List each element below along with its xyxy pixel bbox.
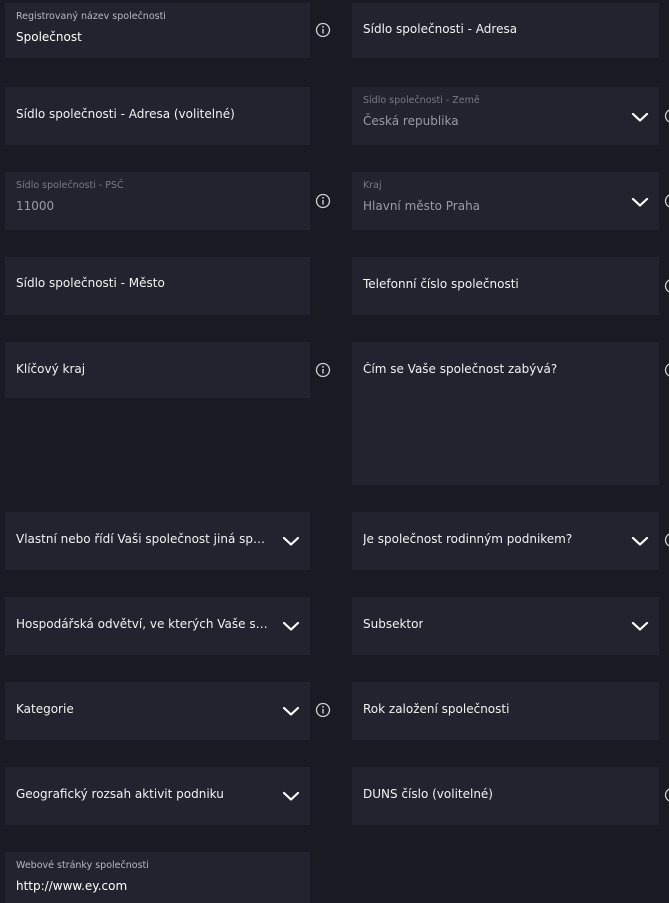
- hq-zip-label: Sídlo společnosti - PSČ: [16, 180, 124, 191]
- hq-zip-value: 11000: [16, 199, 55, 213]
- hq-city-label: Sídlo společnosti - Město: [16, 276, 165, 290]
- duns-field[interactable]: DUNS číslo (volitelné): [352, 767, 659, 825]
- info-icon[interactable]: [315, 702, 331, 718]
- owned-by-other-select[interactable]: Vlastní nebo řídí Vaši společnost jiná s…: [5, 512, 310, 570]
- info-icon[interactable]: [664, 362, 669, 378]
- geo-scope-label: Geografický rozsah aktivit podniku: [16, 787, 224, 801]
- registered-name-value[interactable]: Společnost: [16, 30, 82, 44]
- info-icon[interactable]: [664, 787, 669, 803]
- registered-name-field[interactable]: Registrovaný název společnosti Společnos…: [5, 3, 310, 58]
- website-label: Webové stránky společnosti: [16, 860, 149, 871]
- key-region-field[interactable]: Klíčový kraj: [5, 342, 310, 398]
- hq-address-field[interactable]: Sídlo společnosti - Adresa: [352, 3, 659, 58]
- sectors-label: Hospodářská odvětví, ve kterých Vaše spo…: [16, 617, 271, 631]
- subsector-label: Subsektor: [363, 617, 424, 631]
- info-icon[interactable]: [664, 108, 669, 124]
- info-icon[interactable]: [315, 22, 331, 38]
- category-select[interactable]: Kategorie: [5, 682, 310, 740]
- chevron-down-icon[interactable]: [631, 535, 649, 547]
- founded-year-field[interactable]: Rok založení společnosti: [352, 682, 659, 740]
- phone-field[interactable]: Telefonní číslo společnosti: [352, 257, 659, 315]
- key-region-label: Klíčový kraj: [16, 362, 86, 376]
- hq-city-field[interactable]: Sídlo společnosti - Město: [5, 257, 310, 315]
- registered-name-label: Registrovaný název společnosti: [16, 11, 166, 22]
- business-description-label: Čím se Vaše společnost zabývá?: [363, 362, 558, 376]
- chevron-down-icon[interactable]: [631, 620, 649, 632]
- hq-zip-field[interactable]: Sídlo společnosti - PSČ 11000: [5, 172, 310, 230]
- family-business-label: Je společnost rodinným podnikem?: [363, 532, 573, 546]
- chevron-down-icon[interactable]: [631, 111, 649, 123]
- hq-address-label: Sídlo společnosti - Adresa: [363, 22, 518, 36]
- region-select[interactable]: Kraj Hlavní město Praha: [352, 172, 659, 230]
- subsector-select[interactable]: Subsektor: [352, 597, 659, 655]
- owned-by-other-label: Vlastní nebo řídí Vaši společnost jiná s…: [16, 532, 271, 546]
- website-field[interactable]: Webové stránky společnosti http://www.ey…: [5, 852, 310, 903]
- hq-country-select[interactable]: Sídlo společnosti - Země Česká republika: [352, 87, 659, 145]
- hq-country-label: Sídlo společnosti - Země: [363, 95, 480, 106]
- category-label: Kategorie: [16, 702, 74, 716]
- info-icon[interactable]: [664, 193, 669, 209]
- info-icon[interactable]: [664, 278, 669, 294]
- family-business-select[interactable]: Je společnost rodinným podnikem?: [352, 512, 659, 570]
- chevron-down-icon[interactable]: [282, 790, 300, 802]
- chevron-down-icon[interactable]: [282, 620, 300, 632]
- chevron-down-icon[interactable]: [282, 705, 300, 717]
- region-value: Hlavní město Praha: [363, 199, 481, 213]
- hq-country-value: Česká republika: [363, 114, 459, 128]
- sectors-select[interactable]: Hospodářská odvětví, ve kterých Vaše spo…: [5, 597, 310, 655]
- info-icon[interactable]: [664, 532, 669, 548]
- hq-address-optional-field[interactable]: Sídlo společnosti - Adresa (volitelné): [5, 87, 310, 145]
- phone-label: Telefonní číslo společnosti: [363, 277, 519, 291]
- chevron-down-icon[interactable]: [282, 535, 300, 547]
- geo-scope-select[interactable]: Geografický rozsah aktivit podniku: [5, 767, 310, 825]
- founded-year-label: Rok založení společnosti: [363, 702, 510, 716]
- duns-label: DUNS číslo (volitelné): [363, 787, 493, 801]
- website-value[interactable]: http://www.ey.com: [16, 879, 127, 893]
- info-icon[interactable]: [315, 193, 331, 209]
- info-icon[interactable]: [315, 362, 331, 378]
- region-label: Kraj: [363, 180, 382, 191]
- hq-address-optional-label: Sídlo společnosti - Adresa (volitelné): [16, 107, 235, 121]
- business-description-textarea[interactable]: Čím se Vaše společnost zabývá?: [352, 342, 659, 485]
- chevron-down-icon[interactable]: [631, 196, 649, 208]
